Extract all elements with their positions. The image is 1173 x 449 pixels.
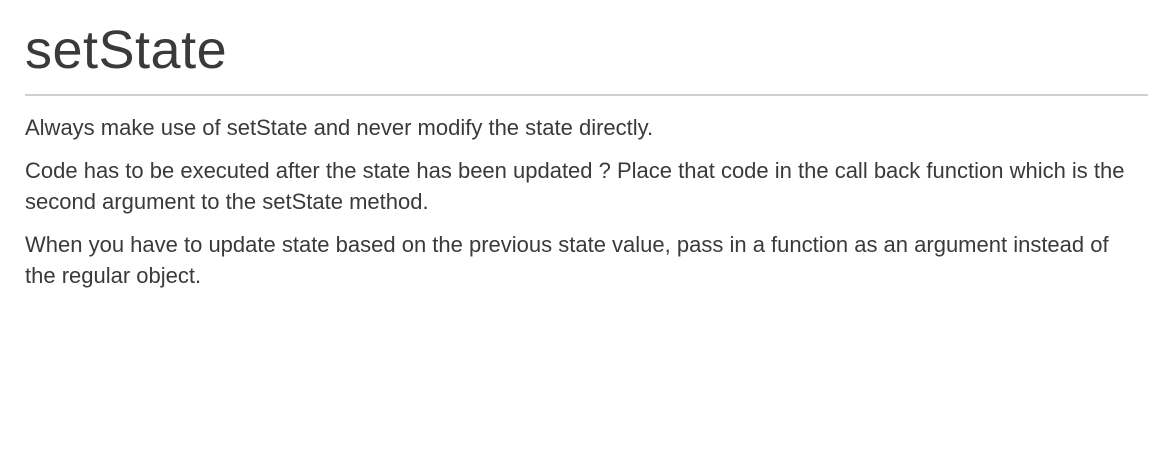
slide-body: Always make use of setState and never mo… [25, 112, 1135, 303]
paragraph-previous-state: When you have to update state based on t… [25, 232, 1109, 288]
slide-title: setState [25, 20, 228, 80]
title-divider [25, 94, 1148, 96]
slide: setState Always make use of setState and… [0, 0, 1173, 449]
paragraph-callback: Code has to be executed after the state … [25, 158, 1125, 214]
paragraph-setstate-rule: Always make use of setState and never mo… [25, 115, 654, 140]
